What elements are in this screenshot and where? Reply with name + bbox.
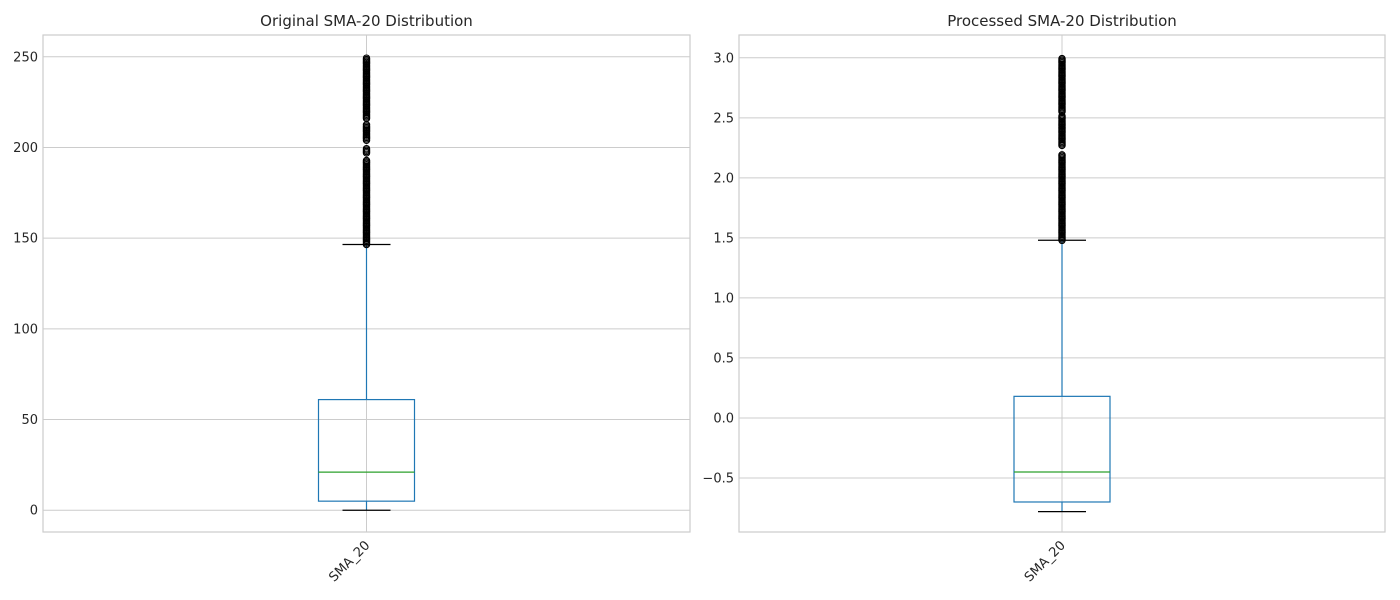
y-tick-label: 200 xyxy=(13,141,38,156)
y-tick-label: 0 xyxy=(30,504,38,519)
y-tick-label: −0.5 xyxy=(702,471,734,486)
x-tick-label: SMA_20 xyxy=(326,538,373,585)
y-tick-label: 150 xyxy=(13,232,38,247)
y-tick-label: 2.0 xyxy=(713,171,734,186)
chart-title: Processed SMA-20 Distribution xyxy=(947,12,1177,30)
y-tick-label: 100 xyxy=(13,322,38,337)
x-tick-label: SMA_20 xyxy=(1022,538,1069,585)
y-tick-label: 0.5 xyxy=(713,351,734,366)
y-tick-label: 3.0 xyxy=(713,51,734,66)
y-tick-label: 1.5 xyxy=(713,231,734,246)
y-tick-label: 0.0 xyxy=(713,411,734,426)
chart-panel-1: 0 50 100 150 200 250 Original SMA-20 Distribut… xyxy=(13,12,691,585)
figure: 0 50 100 150 200 250 Original SMA-20 Distribut… xyxy=(13,12,1386,585)
y-tick-label: 50 xyxy=(21,413,38,428)
y-tick-label: 1.0 xyxy=(713,291,734,306)
y-tick-label: 2.5 xyxy=(713,111,734,126)
chart-panel-2: −0.5 0.0 0.5 1.0 1.5 2.0 2.5 3.0 Processed SMA-2… xyxy=(702,12,1386,585)
y-tick-label: 250 xyxy=(13,50,38,65)
chart-title: Original SMA-20 Distribution xyxy=(260,12,473,30)
